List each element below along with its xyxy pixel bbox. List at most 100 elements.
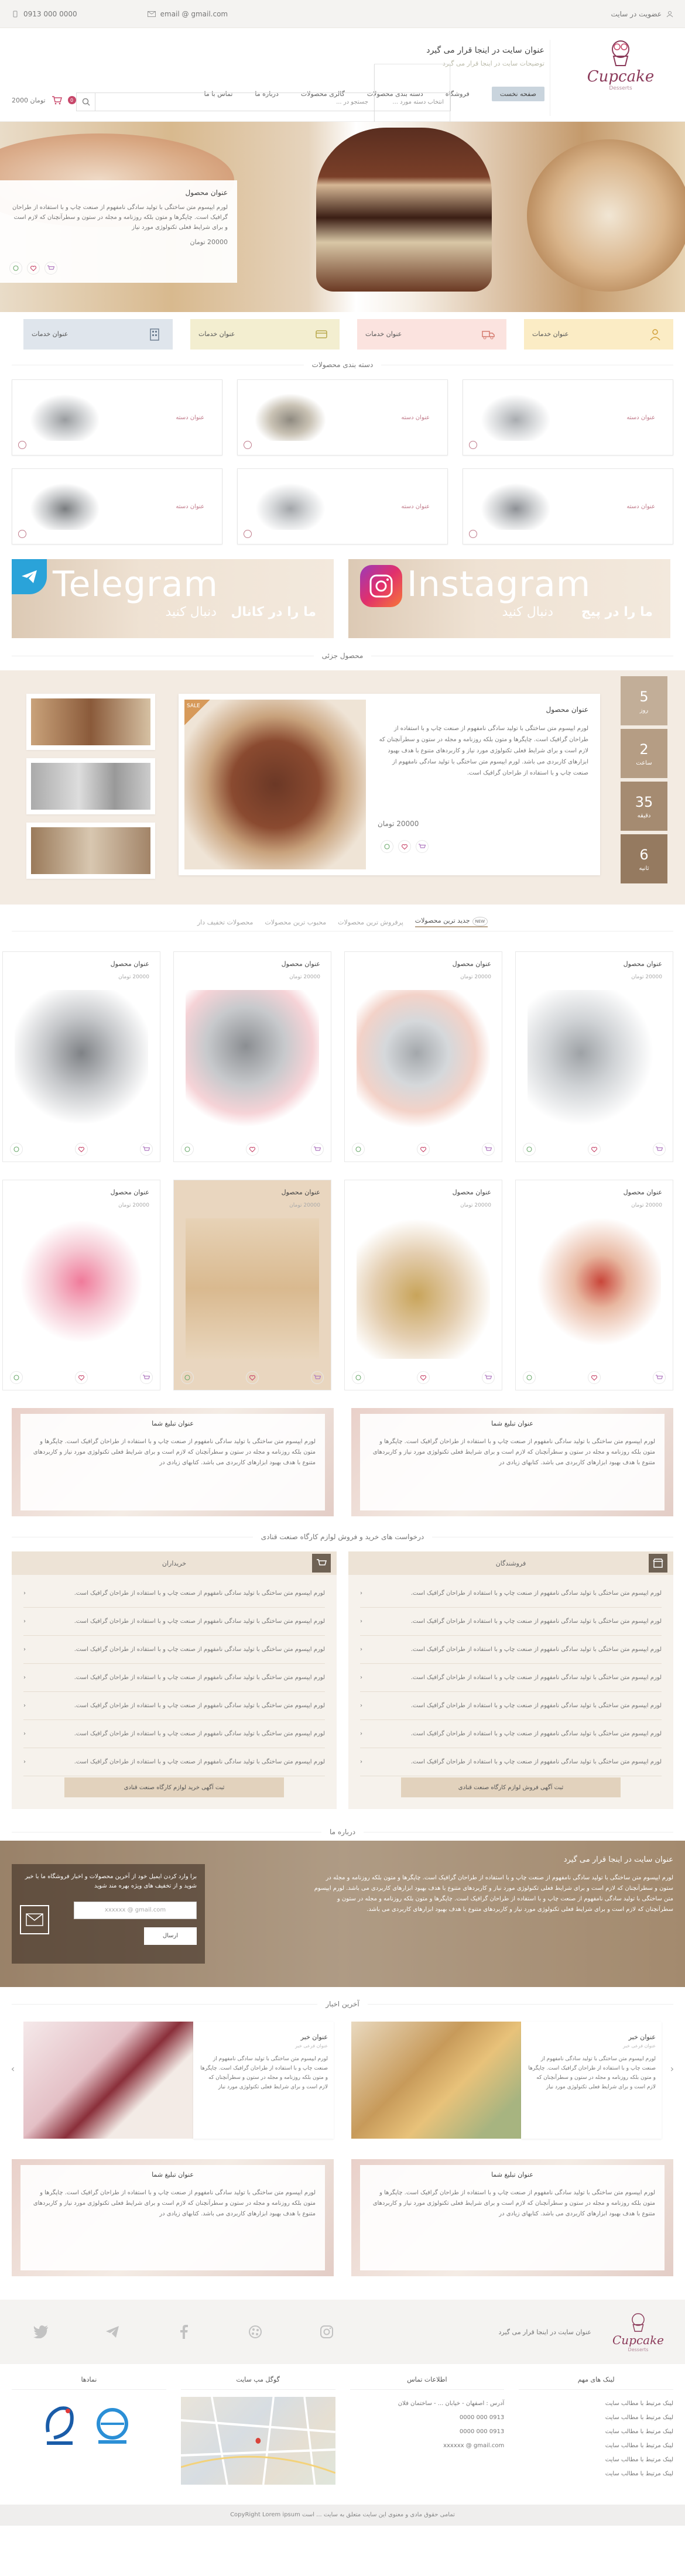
wishlist-button[interactable] [75,1371,88,1384]
telegram-banner[interactable]: Telegram ما را در کانال دنبال کنید [12,559,334,638]
google-map[interactable] [180,2397,335,2485]
post-sell-ad-button[interactable]: ثبت آگهی فروش لوازم کارگاه صنعت قنادی [401,1777,621,1797]
wishlist-button[interactable] [246,1371,259,1384]
service-item[interactable]: عنوان خدمات [524,318,673,350]
service-item[interactable]: عنوان خدمات [190,318,340,350]
wishlist-button[interactable] [27,262,40,275]
wishlist-button[interactable] [417,1143,430,1156]
add-to-cart-button[interactable] [44,262,57,275]
wishlist-button[interactable] [588,1143,601,1156]
special-product-card[interactable]: SALE عنوان محصول لورم ایپسوم متن ساختگی … [179,694,600,875]
product-card[interactable]: عنوان محصول 20000 تومان [173,1180,331,1390]
email-info[interactable]: email @ gmail.com [147,10,228,18]
nav-home[interactable]: صفحه نخست [491,87,544,101]
listing-item[interactable]: لورم ایپسوم متن ساختگی با تولید سادگی نا… [23,1664,325,1692]
site-logo[interactable]: Cupcake Desserts [585,39,656,91]
signup-link[interactable]: عضویت در سایت [611,10,674,18]
instagram-banner[interactable]: Instagram ما را در پیج دنبال کنید [348,559,670,638]
footer-link[interactable]: لینک مرتبط با مطالب سایت [519,2397,673,2411]
compare-button[interactable] [9,262,22,275]
news-next-arrow[interactable]: › [666,2060,678,2077]
news-prev-arrow[interactable]: ‹ [7,2060,19,2077]
compare-button[interactable] [181,1143,194,1156]
compare-button[interactable] [352,1371,365,1384]
add-to-cart-button[interactable] [311,1143,324,1156]
telegram-icon[interactable] [83,2307,142,2357]
product-card[interactable]: عنوان محصول 20000 تومان [173,951,331,1162]
listing-item[interactable]: لورم ایپسوم متن ساختگی با تولید سادگی نا… [23,1580,325,1608]
news-item[interactable]: عنوان خبر عنوان فرعی خبر لورم ایپسوم متن س… [23,2022,334,2139]
category-card[interactable]: عنوان دسته [12,379,222,455]
add-to-cart-button[interactable] [653,1371,666,1384]
compare-button[interactable] [181,1371,194,1384]
service-item[interactable]: عنوان خدمات [23,318,173,350]
listing-item[interactable]: لورم ایپسوم متن ساختگی با تولید سادگی نا… [360,1692,662,1720]
product-card[interactable]: عنوان محصول 20000 تومان [515,1180,673,1390]
footer-logo[interactable]: Cupcake Desserts [603,2312,673,2352]
search-button[interactable] [77,93,95,111]
category-card[interactable]: عنوان دسته [12,468,222,544]
trust-badge-icon[interactable] [89,2403,136,2450]
add-to-cart-button[interactable] [653,1143,666,1156]
search-input[interactable]: جستجو در ... [95,99,374,105]
add-to-cart-button[interactable] [140,1371,153,1384]
thumbnail[interactable] [26,823,155,879]
listing-item[interactable]: لورم ایپسوم متن ساختگی با تولید سادگی نا… [23,1608,325,1636]
wishlist-button[interactable] [417,1371,430,1384]
listing-item[interactable]: لورم ایپسوم متن ساختگی با تولید سادگی نا… [23,1692,325,1720]
footer-link[interactable]: لینک مرتبط با مطالب سایت [519,2411,673,2425]
category-card[interactable]: عنوان دسته [237,379,448,455]
enamad-badge-icon[interactable] [42,2403,77,2450]
wishlist-button[interactable] [588,1371,601,1384]
listing-item[interactable]: لورم ایپسوم متن ساختگی با تولید سادگی نا… [23,1720,325,1748]
cart-widget[interactable]: 2000 تومان 0 [12,95,76,105]
listing-item[interactable]: لورم ایپسوم متن ساختگی با تولید سادگی نا… [360,1748,662,1776]
listing-item[interactable]: لورم ایپسوم متن ساختگی با تولید سادگی نا… [23,1748,325,1776]
category-card[interactable]: عنوان دسته [237,468,448,544]
tab-discounted[interactable]: محصولات تخفیف دار [197,919,254,926]
ad-banner[interactable]: عنوان تبلیغ شما لورم ایپسوم متن ساختگی با… [351,2159,673,2276]
facebook-icon[interactable] [155,2307,213,2357]
add-to-cart-button[interactable] [482,1371,495,1384]
footer-link[interactable]: لینک مرتبط با مطالب سایت [519,2453,673,2467]
category-card[interactable]: عنوان دسته [463,468,673,544]
add-to-cart-button[interactable] [311,1371,324,1384]
add-to-cart-button[interactable] [416,840,429,853]
wishlist-button[interactable] [398,840,411,853]
product-card[interactable]: عنوان محصول 20000 تومان [2,951,160,1162]
category-card[interactable]: عنوان دسته [463,379,673,455]
tab-popular[interactable]: محبوب ترین محصولات [265,919,326,926]
footer-link[interactable]: لینک مرتبط با مطالب سایت [519,2425,673,2439]
product-card[interactable]: عنوان محصول 20000 تومان [344,1180,502,1390]
hero-slider[interactable]: عنوان محصول لورم ایپسوم متن ساختگی با تو… [0,122,685,312]
thumbnail[interactable] [26,758,155,814]
wishlist-button[interactable] [246,1143,259,1156]
compare-button[interactable] [523,1143,536,1156]
tab-newest[interactable]: NEWجدید ترین محصولات [415,917,488,927]
listing-item[interactable]: لورم ایپسوم متن ساختگی با تولید سادگی نا… [360,1580,662,1608]
newsletter-email-input[interactable]: xxxxxx @ gmail.com [74,1902,197,1919]
listing-item[interactable]: لورم ایپسوم متن ساختگی با تولید سادگی نا… [23,1636,325,1664]
add-to-cart-button[interactable] [140,1143,153,1156]
listing-item[interactable]: لورم ایپسوم متن ساختگی با تولید سادگی نا… [360,1720,662,1748]
add-to-cart-button[interactable] [482,1143,495,1156]
product-card[interactable]: عنوان محصول 20000 تومان [344,951,502,1162]
compare-button[interactable] [10,1371,23,1384]
wishlist-button[interactable] [75,1143,88,1156]
ad-banner[interactable]: عنوان تبلیغ شما لورم ایپسوم متن ساختگی با… [12,2159,334,2276]
ad-banner[interactable]: عنوان تبلیغ شما لورم ایپسوم متن ساختگی با… [12,1408,334,1516]
listing-item[interactable]: لورم ایپسوم متن ساختگی با تولید سادگی نا… [360,1636,662,1664]
product-card[interactable]: عنوان محصول 20000 تومان [2,1180,160,1390]
compare-button[interactable] [381,840,393,853]
newsletter-send-button[interactable]: ارسال [144,1927,197,1945]
tab-bestselling[interactable]: پرفروش ترین محصولات [338,919,403,926]
hero-product-card[interactable]: عنوان محصول لورم ایپسوم متن ساختگی با تو… [0,180,237,283]
compare-button[interactable] [10,1143,23,1156]
post-buy-ad-button[interactable]: ثبت آگهی خرید لوازم کارگاه صنعت قنادی [64,1777,284,1797]
compare-button[interactable] [523,1371,536,1384]
aparat-icon[interactable] [226,2307,285,2357]
footer-link[interactable]: لینک مرتبط با مطالب سایت [519,2439,673,2453]
twitter-icon[interactable] [12,2307,70,2357]
compare-button[interactable] [352,1143,365,1156]
footer-link[interactable]: لینک مرتبط با مطالب سایت [519,2467,673,2481]
